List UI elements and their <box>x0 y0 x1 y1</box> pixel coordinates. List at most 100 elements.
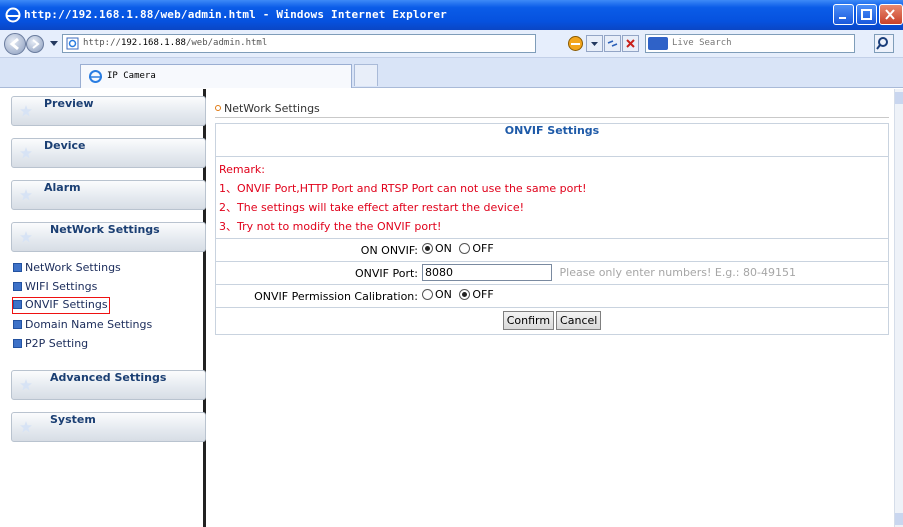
panel-title: ONVIF Settings <box>216 124 888 157</box>
url-text: http://192.168.1.88/web/admin.html <box>83 38 268 48</box>
breadcrumb-text: NetWork Settings <box>224 102 320 115</box>
star-icon <box>20 189 32 201</box>
remark-line-1: 1、ONVIF Port,HTTP Port and RTSP Port can… <box>219 182 587 195</box>
address-bar[interactable]: http://192.168.1.88/web/admin.html <box>62 34 536 53</box>
menu-preview[interactable]: Preview <box>11 96 206 126</box>
menu-label: System <box>50 413 96 426</box>
maximize-icon <box>861 9 872 20</box>
ie-page-icon <box>89 70 102 83</box>
star-icon <box>20 231 32 243</box>
menu-alarm[interactable]: Alarm <box>11 180 206 210</box>
menu-label: NetWork Settings <box>50 223 160 236</box>
radio-label: ON <box>435 242 452 255</box>
subitem-p2p-setting[interactable]: P2P Setting <box>13 337 88 352</box>
radio-label: OFF <box>472 242 494 255</box>
menu-label: Alarm <box>44 181 81 194</box>
star-icon <box>20 147 32 159</box>
tab-label: IP Camera <box>107 71 156 81</box>
history-dropdown-icon[interactable] <box>50 41 58 46</box>
onvif-settings-panel: ONVIF Settings Remark: 1、ONVIF Port,HTTP… <box>215 123 889 335</box>
minimize-icon <box>839 17 846 19</box>
search-button[interactable] <box>874 34 894 53</box>
menu-system[interactable]: System <box>11 412 206 442</box>
subitem-domain-name-settings[interactable]: Domain Name Settings <box>13 318 152 333</box>
close-icon <box>885 9 895 20</box>
breadcrumb: NetWork Settings <box>215 102 320 115</box>
address-toolbar: http://192.168.1.88/web/admin.html Live … <box>0 30 903 58</box>
square-bullet-icon <box>13 263 22 272</box>
window-titlebar: http://192.168.1.88/web/admin.html - Win… <box>0 0 903 30</box>
refresh-icon[interactable] <box>604 35 621 52</box>
ie-logo-icon <box>5 7 21 23</box>
circle-bullet-icon <box>215 105 221 111</box>
window-title: http://192.168.1.88/web/admin.html - Win… <box>24 8 447 21</box>
sidebar: Preview Device Alarm NetWork Settings Ne… <box>5 89 206 527</box>
search-icon <box>876 37 888 50</box>
remark-box: Remark: 1、ONVIF Port,HTTP Port and RTSP … <box>216 157 888 239</box>
back-arrow-icon <box>9 37 19 51</box>
forward-arrow-icon <box>32 39 40 49</box>
address-dropdown-icon[interactable] <box>586 35 603 52</box>
search-input[interactable]: Live Search <box>645 34 855 53</box>
star-icon <box>20 379 32 391</box>
subitem-label: ONVIF Settings <box>25 298 108 311</box>
row-permission-calibration: ONVIF Permission Calibration: ON OFF <box>216 285 888 308</box>
menu-network-settings[interactable]: NetWork Settings <box>11 222 206 252</box>
maximize-button[interactable] <box>856 4 877 25</box>
square-bullet-icon <box>13 339 22 348</box>
star-icon <box>20 105 32 117</box>
square-bullet-icon <box>13 282 22 291</box>
on-onvif-off-radio[interactable] <box>459 243 471 254</box>
page-icon <box>66 37 79 50</box>
star-icon <box>20 421 32 433</box>
back-button[interactable] <box>4 33 26 55</box>
scroll-up-icon[interactable] <box>895 92 903 104</box>
new-tab-button[interactable] <box>354 64 378 86</box>
vertical-scrollbar[interactable] <box>894 89 903 527</box>
subitem-network-settings[interactable]: NetWork Settings <box>13 261 121 276</box>
onvif-port-hint: Please only enter numbers! E.g.: 80-4915… <box>559 266 796 279</box>
menu-label: Device <box>44 139 86 152</box>
forward-button[interactable] <box>26 35 44 53</box>
subitem-label: Domain Name Settings <box>25 318 153 331</box>
scroll-down-icon[interactable] <box>895 513 903 525</box>
close-button[interactable] <box>879 4 903 25</box>
square-bullet-icon <box>13 300 22 309</box>
permission-off-radio[interactable] <box>459 289 471 300</box>
row-on-onvif: ON ONVIF: ON OFF <box>216 239 888 262</box>
stop-icon[interactable] <box>622 35 639 52</box>
menu-label: Preview <box>44 97 94 110</box>
remark-line-3: 3、Try not to modify the the ONVIF port! <box>219 220 442 233</box>
tab-bar: IP Camera <box>0 58 903 88</box>
compatibility-icon[interactable] <box>567 35 584 52</box>
subitem-label: WIFI Settings <box>25 280 98 293</box>
remark-line-2: 2、The settings will take effect after re… <box>219 201 525 214</box>
menu-label: Advanced Settings <box>50 371 167 384</box>
subitem-wifi-settings[interactable]: WIFI Settings <box>13 280 97 295</box>
tab-ip-camera[interactable]: IP Camera <box>80 64 352 88</box>
subitem-label: NetWork Settings <box>25 261 121 274</box>
radio-label: OFF <box>472 288 494 301</box>
menu-device[interactable]: Device <box>11 138 206 168</box>
row-onvif-port: ONVIF Port: Please only enter numbers! E… <box>216 262 888 285</box>
confirm-button[interactable]: Confirm <box>502 311 555 330</box>
onvif-port-label: ONVIF Port: <box>355 267 418 280</box>
search-placeholder: Live Search <box>672 38 732 48</box>
square-bullet-icon <box>13 320 22 329</box>
button-row: Confirm Cancel <box>216 308 888 334</box>
subitem-onvif-settings[interactable]: ONVIF Settings <box>12 297 110 314</box>
menu-advanced-settings[interactable]: Advanced Settings <box>11 370 206 400</box>
on-onvif-label: ON ONVIF: <box>360 244 418 257</box>
permission-calibration-label: ONVIF Permission Calibration: <box>254 290 418 303</box>
cancel-button[interactable]: Cancel <box>556 311 602 330</box>
subitem-label: P2P Setting <box>25 337 89 350</box>
live-search-logo-icon <box>648 37 668 50</box>
permission-on-radio[interactable] <box>422 289 433 300</box>
radio-label: ON <box>435 288 452 301</box>
remark-heading: Remark: <box>219 163 265 176</box>
onvif-port-input[interactable] <box>422 264 552 281</box>
minimize-button[interactable] <box>833 4 854 25</box>
page-content: Preview Device Alarm NetWork Settings Ne… <box>0 89 894 527</box>
on-onvif-on-radio[interactable] <box>422 243 433 254</box>
divider <box>215 117 889 118</box>
